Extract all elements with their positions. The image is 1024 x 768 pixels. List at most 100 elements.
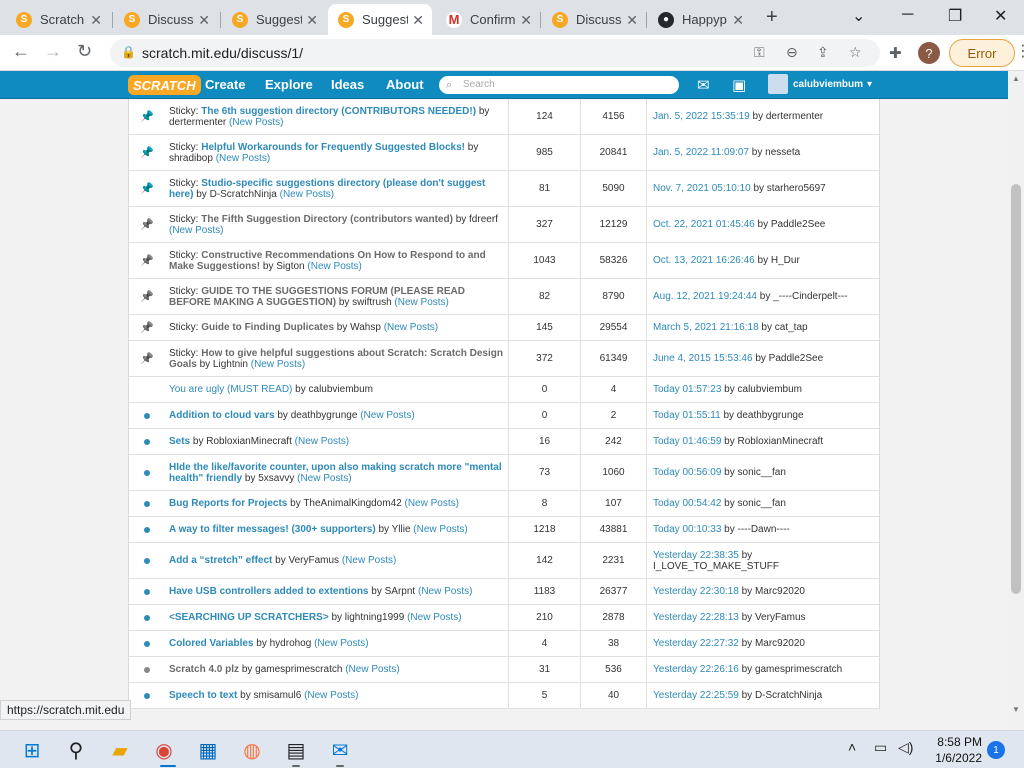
profile-avatar[interactable]: ? — [918, 42, 940, 64]
forward-icon[interactable]: → — [44, 41, 62, 62]
restore-icon[interactable]: ❐ — [948, 6, 962, 26]
new-posts-link[interactable]: (New Posts) — [384, 322, 438, 333]
last-post-link[interactable]: Oct. 13, 2021 16:26:46 — [653, 255, 755, 266]
new-posts-link[interactable]: (New Posts) — [216, 153, 270, 164]
new-posts-link[interactable]: (New Posts) — [229, 117, 283, 128]
window-close-icon[interactable]: ✕ — [994, 6, 1007, 26]
my-stuff-icon[interactable]: ▣ — [732, 76, 746, 94]
close-icon[interactable]: ✕ — [626, 12, 638, 29]
extensions-icon[interactable]: ✚ — [889, 44, 902, 62]
firefox-icon[interactable]: ◍ — [236, 734, 268, 766]
last-post-link[interactable]: Aug. 12, 2021 19:24:44 — [653, 291, 757, 302]
tab-3[interactable]: S Suggest ✕ — [328, 4, 432, 35]
last-post-link[interactable]: Jan. 5, 2022 15:35:19 — [653, 111, 750, 122]
file-explorer-icon[interactable]: ▰ — [104, 734, 136, 766]
scratch-logo[interactable]: SCRATCH — [128, 75, 201, 95]
new-posts-link[interactable]: (New Posts) — [304, 690, 358, 701]
new-tab-icon[interactable]: + — [766, 6, 778, 29]
error-button[interactable]: Error — [949, 39, 1015, 67]
minimize-icon[interactable]: ─ — [902, 6, 913, 24]
messages-icon[interactable]: ✉ — [697, 76, 710, 94]
scrollbar-thumb[interactable] — [1011, 184, 1021, 594]
volume-icon[interactable]: ◁) — [898, 739, 913, 756]
last-post-link[interactable]: Today 01:55:11 — [653, 410, 721, 421]
nav-create[interactable]: Create — [205, 77, 245, 92]
tab-0[interactable]: S Scratch ✕ — [6, 4, 110, 35]
last-post-link[interactable]: Today 00:54:42 — [653, 498, 721, 509]
new-posts-link[interactable]: (New Posts) — [280, 189, 334, 200]
topic-title-link[interactable]: Scratch 4.0 plz — [169, 664, 239, 675]
close-icon[interactable]: ✕ — [732, 12, 744, 29]
scroll-up-icon[interactable]: ▲ — [1012, 74, 1020, 83]
new-posts-link[interactable]: (New Posts) — [169, 225, 223, 236]
last-post-link[interactable]: Yesterday 22:25:59 — [653, 690, 739, 701]
topic-title-link[interactable]: The 6th suggestion directory (CONTRIBUTO… — [201, 106, 476, 117]
search-icon[interactable]: ⚲ — [60, 734, 92, 766]
last-post-link[interactable]: Today 00:56:09 — [653, 467, 721, 478]
start-icon[interactable]: ⊞ — [16, 734, 48, 766]
topic-title-link[interactable]: Guide to Finding Duplicates — [201, 322, 334, 333]
mail-icon[interactable]: ✉ — [324, 734, 356, 766]
nav-ideas[interactable]: Ideas — [331, 77, 364, 92]
reload-icon[interactable]: ↻ — [77, 41, 92, 62]
new-posts-link[interactable]: (New Posts) — [418, 586, 472, 597]
search-input[interactable]: ⌕ Search — [439, 76, 679, 94]
chrome-icon[interactable]: ◉ — [148, 734, 180, 766]
topic-title-link[interactable]: Helpful Workarounds for Frequently Sugge… — [201, 142, 465, 153]
address-bar[interactable]: 🔒 scratch.mit.edu/discuss/1/ ⚿ ⊖ ⇪ ☆ — [110, 39, 880, 67]
last-post-link[interactable]: Nov. 7, 2021 05:10:10 — [653, 183, 751, 194]
last-post-link[interactable]: Yesterday 22:30:18 — [653, 586, 739, 597]
tab-2[interactable]: S Suggest ✕ — [222, 4, 326, 35]
topic-title-link[interactable]: Have USB controllers added to extentions — [169, 586, 369, 597]
new-posts-link[interactable]: (New Posts) — [413, 524, 467, 535]
tab-1[interactable]: S Discuss ✕ — [114, 4, 218, 35]
notification-badge[interactable]: 1 — [987, 741, 1005, 759]
bookmark-star-icon[interactable]: ☆ — [849, 44, 862, 61]
new-posts-link[interactable]: (New Posts) — [360, 410, 414, 421]
topic-title-link[interactable]: Add a “stretch” effect — [169, 555, 272, 566]
topic-title-link[interactable]: Colored Variables — [169, 638, 253, 649]
scroll-down-icon[interactable]: ▼ — [1012, 705, 1020, 714]
close-icon[interactable]: ✕ — [412, 12, 424, 29]
network-icon[interactable]: ▭ — [874, 739, 887, 756]
last-post-link[interactable]: Today 01:57:23 — [653, 384, 721, 395]
lock-icon[interactable]: 🔒 — [121, 45, 136, 59]
new-posts-link[interactable]: (New Posts) — [404, 498, 458, 509]
last-post-link[interactable]: June 4, 2015 15:53:46 — [653, 353, 753, 364]
new-posts-link[interactable]: (New Posts) — [251, 359, 305, 370]
topic-title-link[interactable]: You are ugly (MUST READ) — [169, 384, 292, 395]
user-menu[interactable]: calubviembum ▾ — [768, 74, 872, 94]
page-scrollbar[interactable]: ▲ ▼ — [1008, 71, 1024, 730]
chevron-up-icon[interactable]: ˄ — [848, 739, 856, 755]
new-posts-link[interactable]: (New Posts) — [307, 261, 361, 272]
last-post-link[interactable]: Yesterday 22:28:13 — [653, 612, 739, 623]
tab-5[interactable]: S Discuss ✕ — [542, 4, 646, 35]
new-posts-link[interactable]: (New Posts) — [314, 638, 368, 649]
topic-title-link[interactable]: Sets — [169, 436, 190, 447]
store-icon[interactable]: ▦ — [192, 734, 224, 766]
last-post-link[interactable]: Oct. 22, 2021 01:45:46 — [653, 219, 755, 230]
key-icon[interactable]: ⚿ — [754, 44, 765, 61]
topic-title-link[interactable]: A way to filter messages! (300+ supporte… — [169, 524, 376, 535]
topic-title-link[interactable]: Speech to text — [169, 690, 237, 701]
last-post-link[interactable]: Yesterday 22:38:35 — [653, 550, 739, 561]
topic-title-link[interactable]: <SEARCHING UP SCRATCHERS> — [169, 612, 329, 623]
terminal-icon[interactable]: ▤ — [280, 734, 312, 766]
topic-title-link[interactable]: Addition to cloud vars — [169, 410, 275, 421]
back-icon[interactable]: ← — [12, 41, 30, 62]
close-icon[interactable]: ✕ — [520, 12, 532, 29]
last-post-link[interactable]: Yesterday 22:27:32 — [653, 638, 739, 649]
topic-title-link[interactable]: The Fifth Suggestion Directory (contribu… — [201, 214, 453, 225]
new-posts-link[interactable]: (New Posts) — [345, 664, 399, 675]
new-posts-link[interactable]: (New Posts) — [394, 297, 448, 308]
share-icon[interactable]: ⇪ — [817, 44, 829, 61]
tab-4[interactable]: M Confirm ✕ — [436, 4, 540, 35]
tab-search-icon[interactable]: ⌄ — [852, 6, 865, 26]
new-posts-link[interactable]: (New Posts) — [342, 555, 396, 566]
zoom-icon[interactable]: ⊖ — [786, 44, 798, 61]
close-icon[interactable]: ✕ — [198, 12, 210, 29]
url-text[interactable]: scratch.mit.edu/discuss/1/ — [142, 45, 303, 61]
nav-explore[interactable]: Explore — [265, 77, 313, 92]
last-post-link[interactable]: Today 00:10:33 — [653, 524, 721, 535]
last-post-link[interactable]: Yesterday 22:26:16 — [653, 664, 739, 675]
